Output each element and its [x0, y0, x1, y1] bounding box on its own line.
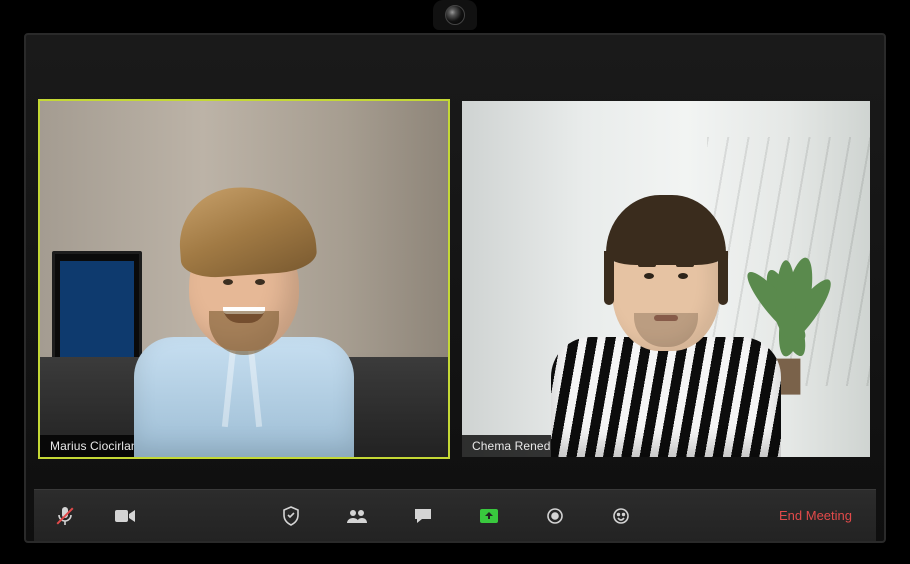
video-button[interactable]	[112, 503, 138, 529]
monitor-frame: Marius Ciocirlan	[24, 33, 886, 543]
record-icon	[546, 507, 564, 525]
participant-tile-2[interactable]: Chema Renedo	[460, 99, 872, 459]
participant-video-2	[462, 101, 870, 457]
video-grid: Marius Ciocirlan	[34, 43, 876, 489]
webcam-lens-icon	[445, 5, 465, 25]
participant-avatar-2	[515, 115, 817, 457]
participant-video-1	[40, 101, 448, 457]
reactions-button[interactable]	[608, 503, 634, 529]
shield-icon	[282, 506, 300, 526]
end-meeting-button[interactable]: End Meeting	[773, 504, 858, 527]
toolbar-center-group	[278, 503, 634, 529]
toolbar-left-group	[52, 503, 138, 529]
security-button[interactable]	[278, 503, 304, 529]
participant-tile-1[interactable]: Marius Ciocirlan	[38, 99, 450, 459]
record-button[interactable]	[542, 503, 568, 529]
share-screen-button[interactable]	[476, 503, 502, 529]
share-screen-icon	[479, 507, 499, 525]
video-icon	[114, 508, 136, 524]
reactions-icon	[612, 507, 630, 525]
webcam-housing	[433, 0, 477, 30]
mic-muted-icon	[56, 506, 74, 526]
participant-name-label: Marius Ciocirlan	[40, 435, 148, 457]
chat-icon	[413, 507, 433, 525]
mute-button[interactable]	[52, 503, 78, 529]
participants-icon	[346, 508, 368, 524]
meeting-toolbar: End Meeting	[34, 489, 876, 541]
participants-button[interactable]	[344, 503, 370, 529]
chat-button[interactable]	[410, 503, 436, 529]
participant-avatar-1	[89, 115, 399, 457]
